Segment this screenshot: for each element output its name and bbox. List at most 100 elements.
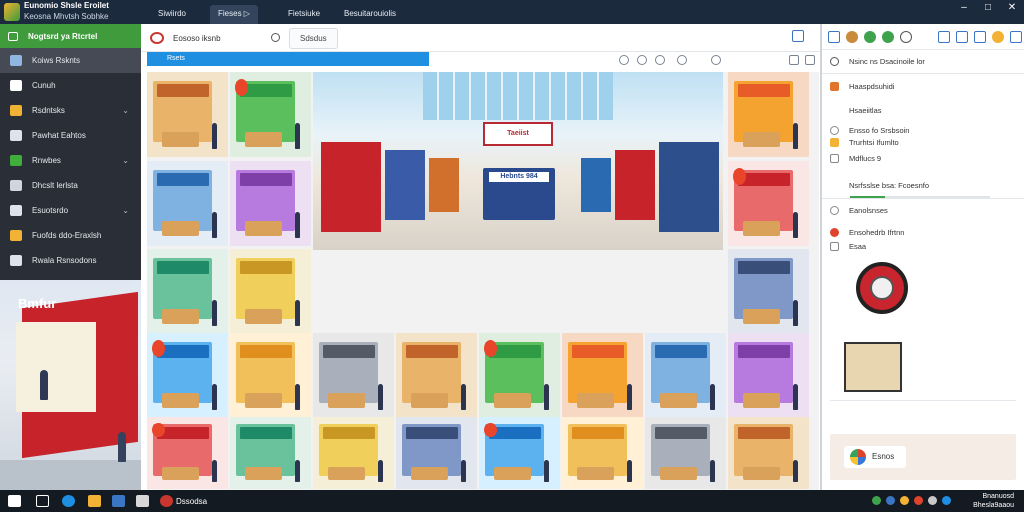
mall-hero-image[interactable]: Taeiist Hebnts 984 xyxy=(313,72,723,250)
sidebar-item-1[interactable]: Koiws Rsknts xyxy=(0,48,141,73)
list-item[interactable]: Nsrfsslse bsa: Fcoesnfo xyxy=(830,181,929,190)
app-icon[interactable] xyxy=(160,495,173,507)
store-tile[interactable] xyxy=(230,417,311,489)
store-tile[interactable] xyxy=(230,249,311,334)
battery-icon[interactable] xyxy=(900,496,909,505)
user-icon[interactable] xyxy=(956,30,968,43)
store-tile[interactable] xyxy=(562,333,643,418)
item2: Mdflucs 9 xyxy=(849,154,882,163)
calendar-icon[interactable] xyxy=(938,30,950,43)
sidebar-item-9[interactable]: Rwala Rsnsodons xyxy=(0,248,141,273)
store-tile[interactable] xyxy=(230,72,311,157)
store-tile[interactable] xyxy=(147,417,228,489)
store-tile[interactable] xyxy=(147,72,228,157)
tab-3[interactable]: Fietsiuke xyxy=(280,5,328,24)
start-icon[interactable] xyxy=(8,495,21,507)
list-item[interactable]: Ensohedrb Ifrtnn xyxy=(830,228,904,237)
radio-icon xyxy=(830,126,839,135)
sidebar-item-5[interactable]: Rnwbes ⌄ xyxy=(0,148,141,173)
store-sign xyxy=(654,344,707,359)
store-tile[interactable] xyxy=(562,417,643,489)
store-tile[interactable] xyxy=(645,333,726,418)
address-bar[interactable]: Rsets xyxy=(147,52,429,66)
shield-icon[interactable] xyxy=(655,55,665,65)
chat-icon[interactable] xyxy=(677,55,687,65)
store-tile[interactable] xyxy=(147,161,228,246)
maximize-button[interactable]: □ xyxy=(978,1,998,15)
list-item[interactable]: Mdflucs 9 xyxy=(830,154,881,163)
sidebar-item-6[interactable]: Dhcslt lerlsta xyxy=(0,173,141,198)
section2-title: Eanolsnses xyxy=(849,206,888,215)
store-tile[interactable] xyxy=(728,161,809,246)
profile-icon[interactable] xyxy=(992,30,1004,43)
store-tile[interactable] xyxy=(728,249,809,334)
avatar-icon[interactable] xyxy=(846,30,858,43)
storefront xyxy=(615,150,655,220)
bookmark-icon[interactable] xyxy=(882,30,894,43)
sidebar-header[interactable]: Nogtsrd ya Rtcrtel xyxy=(0,24,141,48)
search-icon[interactable] xyxy=(271,33,280,42)
alert-tray-icon[interactable] xyxy=(914,496,923,505)
folder-icon[interactable] xyxy=(88,495,101,507)
sidebar-item-2[interactable]: Cunuh xyxy=(0,73,141,98)
bookmark-icon[interactable] xyxy=(792,30,804,42)
store-icon[interactable] xyxy=(112,495,125,507)
sidebar-item-7[interactable]: Esuotsrdo ⌄ xyxy=(0,198,141,223)
store-tile[interactable] xyxy=(645,417,726,489)
store-tile[interactable] xyxy=(396,417,477,489)
box-product-image[interactable] xyxy=(844,342,902,392)
browser-icon[interactable] xyxy=(62,495,75,507)
store-tile[interactable] xyxy=(313,333,394,418)
volume-icon[interactable] xyxy=(886,496,895,505)
send-icon[interactable] xyxy=(864,30,876,43)
wifi-icon[interactable] xyxy=(928,496,937,505)
chevron-down-icon[interactable]: ⌄ xyxy=(122,206,129,215)
close-button[interactable]: ✕ xyxy=(1002,1,1022,15)
list-item[interactable]: Ensso fo Srsbsoin xyxy=(830,126,909,135)
clock[interactable]: Bnanuosd Bhesla9aaou xyxy=(973,492,1014,510)
font-icon[interactable] xyxy=(974,30,986,43)
bluetooth-icon[interactable] xyxy=(942,496,951,505)
store-tile[interactable] xyxy=(728,72,809,157)
sidebar-item-3[interactable]: Rsdntsks ⌄ xyxy=(0,98,141,123)
store-tile[interactable] xyxy=(147,333,228,418)
active-app-label[interactable]: Dssodsa xyxy=(176,497,207,506)
window-icon[interactable] xyxy=(828,30,840,43)
network-icon[interactable] xyxy=(872,496,881,505)
shopper-figure xyxy=(792,212,798,238)
list-item[interactable]: Trurhtsi Ifumlto xyxy=(830,138,899,147)
tab-1[interactable]: Siwiirdo xyxy=(150,5,194,24)
sidebar-item-8[interactable]: Fuofds ddo-Eraxlsh xyxy=(0,223,141,248)
watch-product-image[interactable] xyxy=(856,262,908,314)
compose-row[interactable] xyxy=(830,400,1016,420)
tab-4[interactable]: Besuitarouiolis xyxy=(336,5,404,24)
store-tile[interactable] xyxy=(313,417,394,489)
list-item[interactable]: Esaa xyxy=(830,242,866,251)
clock-icon[interactable] xyxy=(900,30,912,43)
tab-2[interactable]: Fieses ▷ xyxy=(210,5,258,24)
store-tile[interactable] xyxy=(479,417,560,489)
chevron-down-icon[interactable]: ⌄ xyxy=(122,106,129,115)
store-tile[interactable] xyxy=(728,333,809,418)
chevron-down-icon[interactable]: ⌄ xyxy=(122,156,129,165)
sale-badge-icon xyxy=(151,339,165,357)
store-tile[interactable] xyxy=(230,161,311,246)
counter xyxy=(244,131,282,147)
store-tile[interactable] xyxy=(479,333,560,418)
share-icon[interactable] xyxy=(711,55,721,65)
refresh-icon[interactable] xyxy=(619,55,629,65)
menu-icon[interactable] xyxy=(789,55,799,65)
store-tile[interactable] xyxy=(230,333,311,418)
grid-icon[interactable] xyxy=(1010,30,1022,43)
task-view-icon[interactable] xyxy=(36,495,49,507)
sidebar-item-4[interactable]: Pawhat Eahtos xyxy=(0,123,141,148)
minimize-button[interactable]: – xyxy=(954,1,974,15)
store-tile[interactable] xyxy=(147,249,228,334)
extension-icon[interactable] xyxy=(805,55,815,65)
info-icon[interactable] xyxy=(637,55,647,65)
mail-icon[interactable] xyxy=(136,495,149,507)
panel-search-row[interactable]: Nsinc ns Dsacinoile lor xyxy=(830,57,925,66)
store-tile[interactable] xyxy=(728,417,809,489)
store-tile[interactable] xyxy=(396,333,477,418)
browser-tab[interactable]: Sdsdus xyxy=(289,28,338,49)
